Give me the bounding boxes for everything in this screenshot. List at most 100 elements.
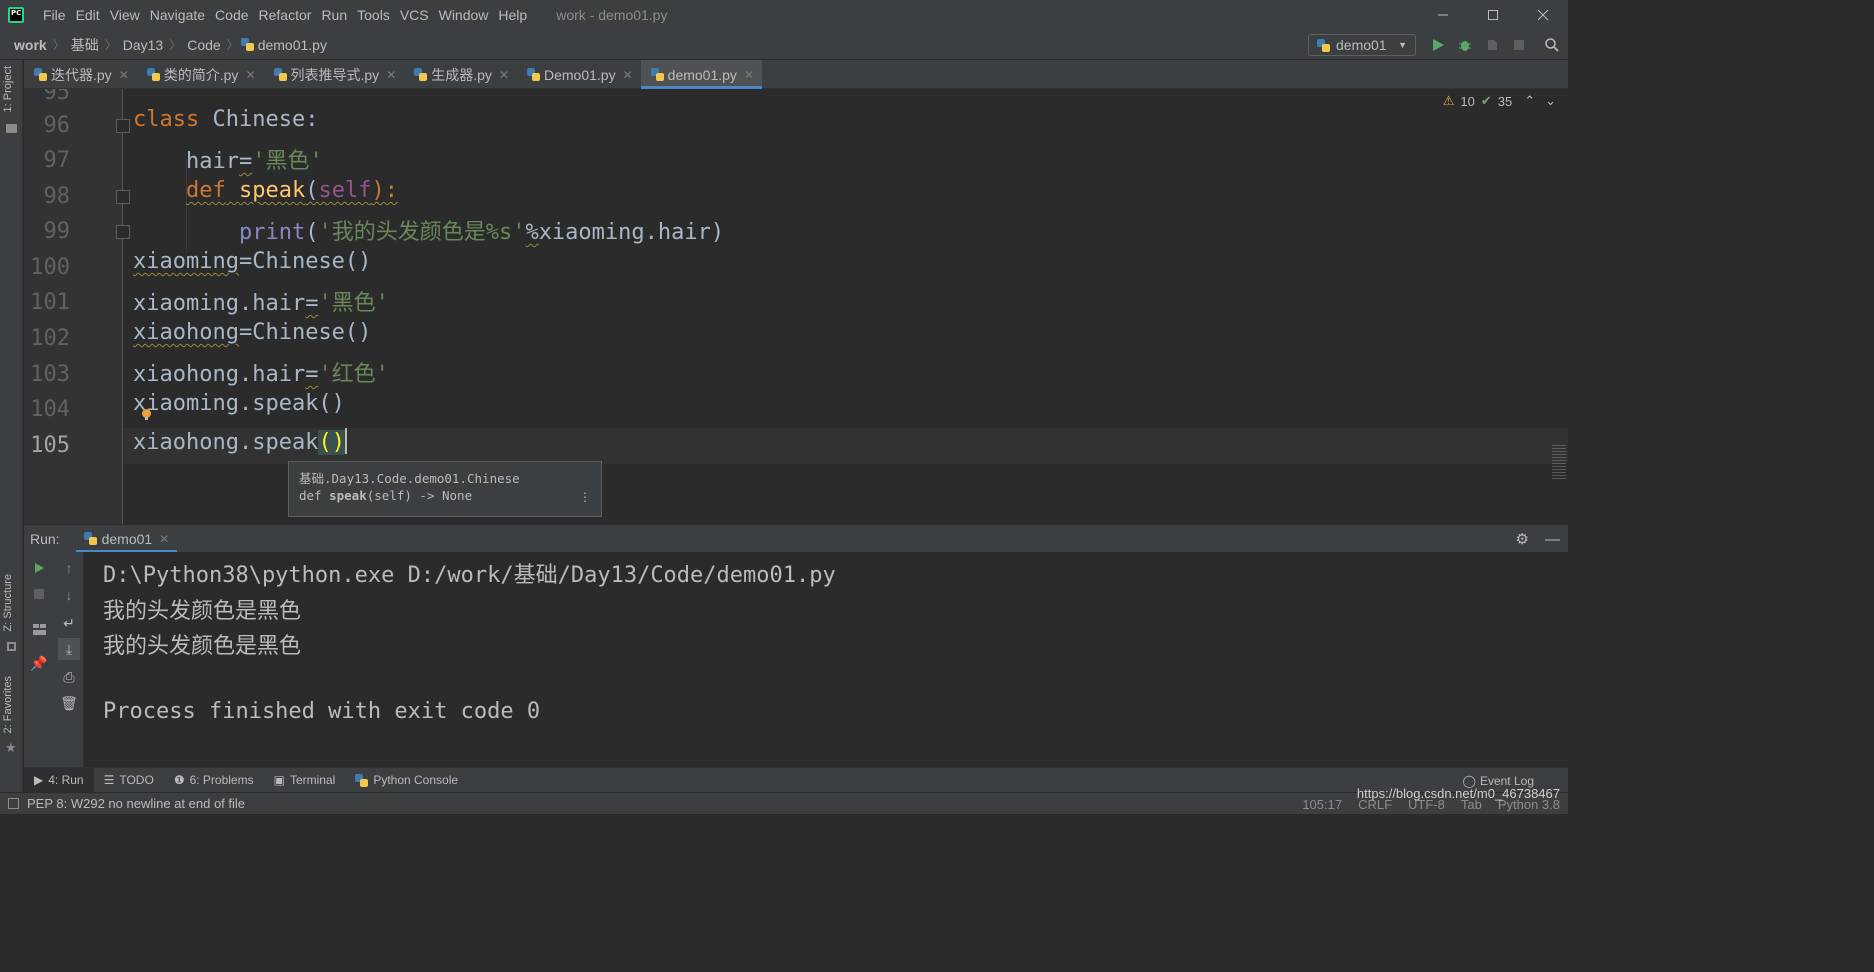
line-number: 97 [43, 148, 71, 173]
print-icon[interactable]: ⎙ [58, 666, 80, 688]
menu-vcs[interactable]: VCS [395, 0, 434, 30]
scroll-to-end-icon[interactable]: ⤓ [58, 638, 80, 660]
trash-icon[interactable]: 🗑 [58, 692, 80, 714]
python-file-icon [527, 68, 540, 81]
tab-demo01-active[interactable]: demo01.py ✕ [640, 60, 763, 89]
window-controls [1418, 0, 1568, 30]
menu-navigate[interactable]: Navigate [145, 0, 210, 30]
tool-todo[interactable]: ☰ TODO [94, 768, 164, 793]
soft-wrap-icon[interactable]: ↵ [58, 612, 80, 634]
breadcrumb-day13[interactable]: Day13 [119, 37, 167, 53]
tab-close-icon[interactable]: ✕ [623, 68, 633, 82]
breadcrumb-file[interactable]: demo01.py [254, 37, 331, 53]
tool-run[interactable]: ▶ 4: Run [24, 767, 94, 793]
run-configuration-select[interactable]: demo01 ▼ [1308, 34, 1416, 56]
layout-icon [32, 623, 46, 635]
python-file-icon [414, 68, 428, 81]
inspection-widget[interactable]: ⚠ 10 ✔ 35 ⌃ ⌄ [1443, 93, 1556, 109]
scrollbar-marker[interactable] [1552, 445, 1566, 479]
tab-close-icon[interactable]: ✕ [744, 68, 754, 82]
code-text: xiaoming.hair [133, 291, 306, 316]
next-occurrence-icon[interactable]: ↓ [58, 584, 80, 606]
close-button[interactable] [1518, 0, 1568, 30]
gear-icon[interactable]: ⚙ [1516, 530, 1529, 548]
run-console[interactable]: D:\Python38\python.exe D:/work/基础/Day13/… [84, 552, 1568, 767]
popup-signature-prefix: def [299, 488, 330, 503]
tab-diedaiqi[interactable]: 迭代器.py ✕ [24, 60, 137, 89]
tab-close-icon[interactable]: ✕ [245, 68, 255, 82]
structure-tool-button[interactable]: Z: Structure [2, 574, 14, 631]
minimize-button[interactable] [1418, 0, 1468, 30]
run-button[interactable] [1424, 30, 1451, 60]
run-tab-demo01[interactable]: demo01 ✕ [75, 525, 178, 553]
menu-tools[interactable]: Tools [352, 0, 395, 30]
chevron-up-icon[interactable]: ⌃ [1524, 93, 1535, 109]
tool-todo-label: TODO [119, 773, 154, 787]
fold-marker-icon[interactable] [116, 190, 130, 204]
tool-terminal[interactable]: ▣ Terminal [264, 768, 346, 793]
caret-position[interactable]: 105:17 [1302, 797, 1342, 812]
breadcrumb-work[interactable]: work [10, 37, 51, 53]
line-number: 103 [30, 362, 70, 387]
menu-refactor[interactable]: Refactor [254, 0, 317, 30]
code-text: xiaoming.speak() [133, 391, 345, 416]
toggle-tool-windows-icon[interactable] [8, 798, 19, 809]
menu-edit[interactable]: Edit [71, 0, 105, 30]
chevron-right-icon: 〉 [52, 38, 65, 52]
tab-close-icon[interactable]: ✕ [119, 68, 129, 82]
breadcrumb-jichu[interactable]: 基础 [67, 35, 103, 55]
status-message: PEP 8: W292 no newline at end of file [27, 796, 246, 811]
self-param: self [318, 178, 372, 203]
matched-paren: ) [331, 430, 345, 455]
code-text: xiaohong.speak [133, 430, 319, 455]
menu-window[interactable]: Window [434, 0, 494, 30]
stop-button-run[interactable] [28, 583, 50, 605]
previous-occurrence-icon[interactable]: ↑ [58, 557, 80, 579]
project-tool-button[interactable]: 1: Project [2, 66, 14, 112]
tab-close-icon[interactable]: ✕ [499, 68, 509, 82]
maximize-button[interactable] [1468, 0, 1518, 30]
chevron-down-icon[interactable]: ⌄ [1545, 93, 1556, 109]
menu-code[interactable]: Code [210, 0, 253, 30]
python-file-icon [240, 38, 254, 51]
status-bar: PEP 8: W292 no newline at end of file 10… [0, 792, 1568, 814]
search-everywhere-button[interactable] [1538, 30, 1565, 60]
stop-button[interactable] [1505, 30, 1532, 60]
tab-shengchengqi[interactable]: 生成器.py ✕ [404, 60, 517, 89]
builtin-name: print [238, 220, 306, 245]
run-tab-close-icon[interactable]: ✕ [159, 532, 169, 546]
popup-signature-suffix: (self) -> None [366, 488, 473, 503]
tab-leidejianjie[interactable]: 类的简介.py ✕ [137, 60, 264, 89]
breadcrumb-code[interactable]: Code [183, 37, 224, 53]
restore-layout-icon[interactable] [28, 618, 50, 640]
debug-button[interactable] [1451, 30, 1478, 60]
fold-marker-icon[interactable] [116, 119, 130, 133]
run-tool-column: ↑ ↓ ↵ ⤓ 📌 ⎙ 🗑 [24, 552, 84, 767]
keyword: class [133, 107, 200, 132]
run-triangle-icon: ▶ [34, 773, 44, 787]
coverage-button[interactable] [1478, 30, 1505, 60]
code-text: ): [371, 178, 398, 203]
menu-help[interactable]: Help [493, 0, 532, 30]
hide-panel-icon[interactable]: — [1545, 531, 1560, 548]
popup-signature-name: speak [329, 488, 367, 503]
favorites-tool-button[interactable]: 2: Favorites [2, 676, 14, 733]
tab-Demo01[interactable]: Demo01.py ✕ [517, 60, 641, 89]
fold-marker-icon[interactable] [116, 225, 130, 239]
dropdown-arrow-icon: ▼ [1398, 40, 1407, 50]
tool-problems-label: 6: Problems [189, 773, 254, 787]
pin-tab-icon[interactable]: 📌 [28, 652, 50, 674]
more-options-icon[interactable]: ⋮ [579, 490, 591, 504]
tab-liebiaotuidaoshi[interactable]: 列表推导式.py ✕ [264, 60, 405, 89]
menu-run[interactable]: Run [316, 0, 352, 30]
tool-python-console[interactable]: Python Console [345, 768, 468, 793]
menu-file[interactable]: File [38, 0, 71, 30]
code-editor[interactable]: 95 96 97 98 99 100 101 102 103 104 105 c… [24, 89, 1568, 524]
tool-problems[interactable]: ❶ 6: Problems [164, 768, 264, 793]
tab-close-icon[interactable]: ✕ [386, 68, 396, 82]
run-toolbar [1424, 30, 1565, 60]
menu-view[interactable]: View [105, 0, 145, 30]
rerun-button[interactable] [28, 557, 50, 579]
lightbulb-icon[interactable] [142, 409, 151, 420]
code-text: =Chinese() [238, 320, 372, 345]
